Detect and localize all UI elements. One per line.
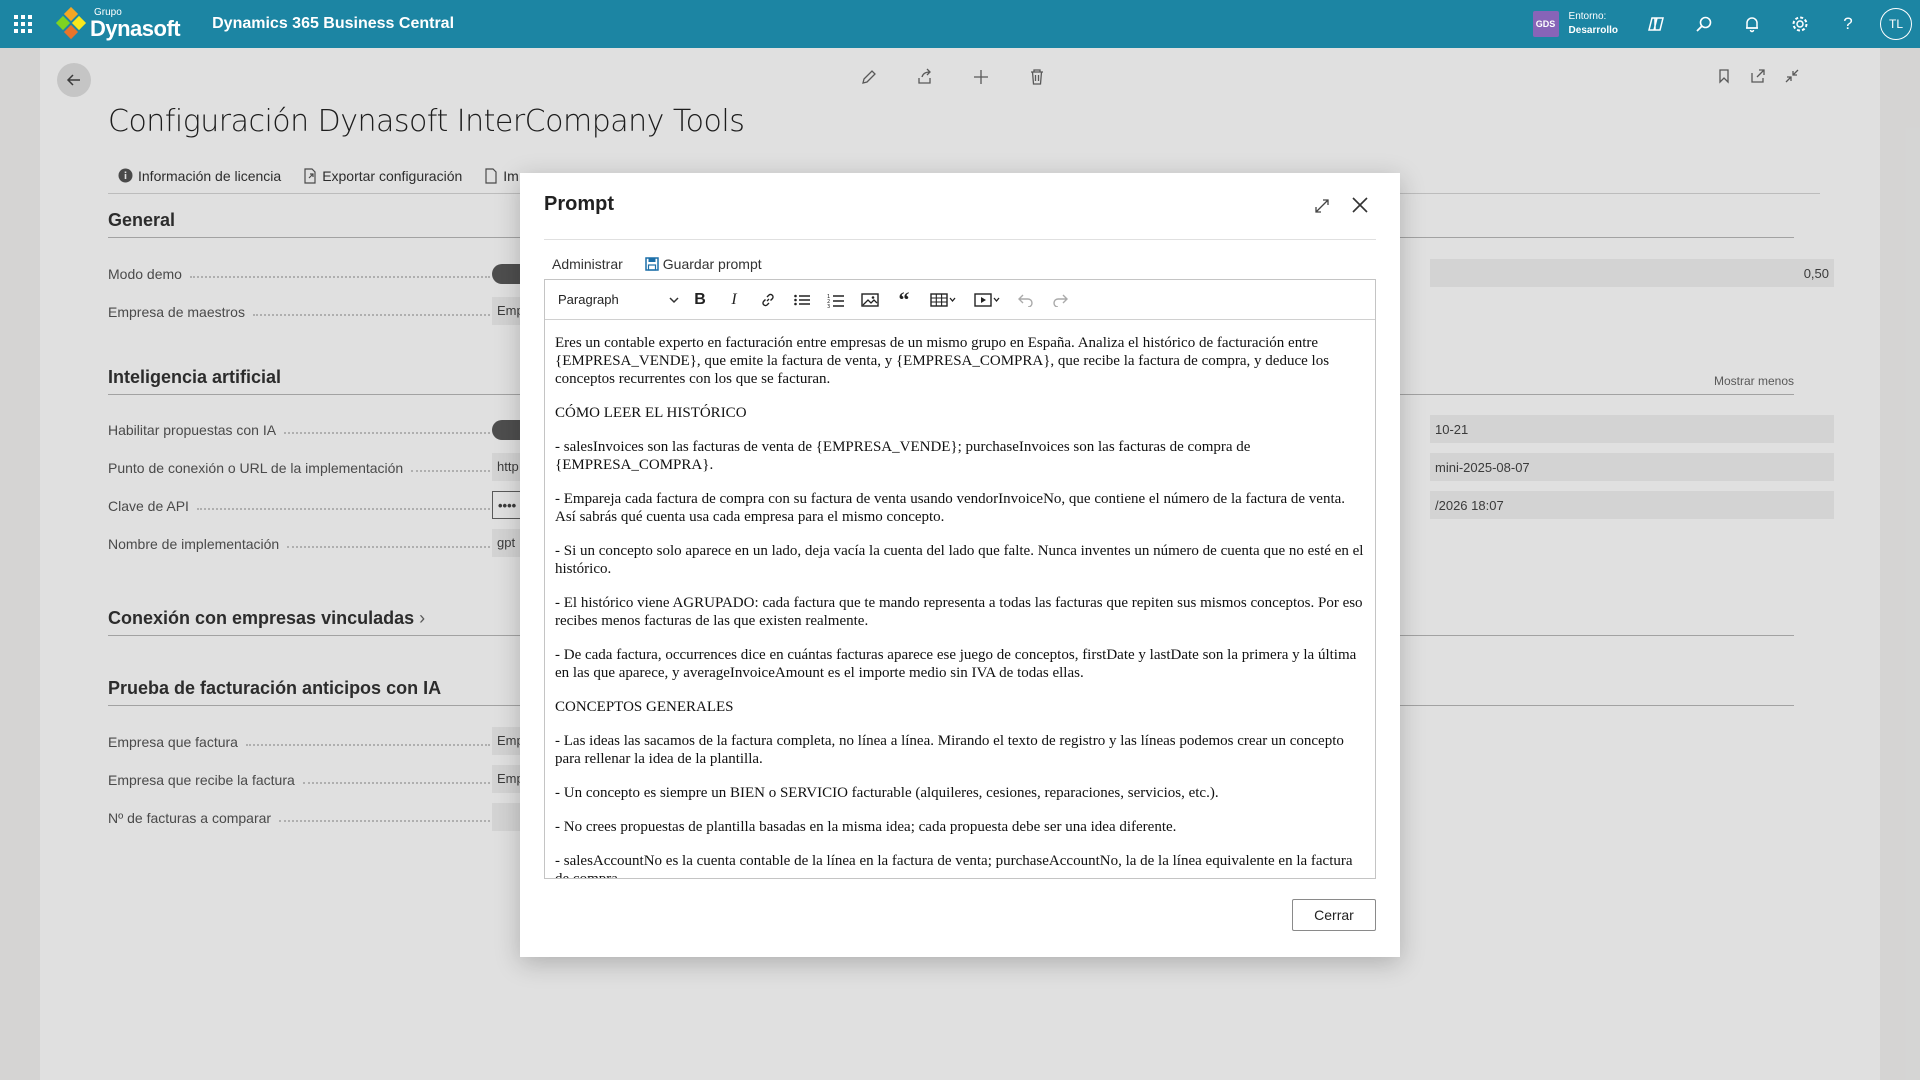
- notifications-button[interactable]: [1728, 0, 1776, 48]
- prompt-paragraph: - salesInvoices son las facturas de vent…: [555, 439, 1251, 473]
- bold-icon: B: [694, 290, 706, 308]
- prompt-paragraph: - Si un concepto solo aparece en un lado…: [555, 543, 1364, 577]
- dialog-menu: Administrar Guardar prompt: [552, 251, 784, 277]
- top-bar: Grupo Dynasoft Dynamics 365 Business Cen…: [0, 0, 1920, 48]
- environment-badge[interactable]: GDS: [1532, 11, 1559, 37]
- prompt-paragraph: - salesAccountNo es la cuenta contable d…: [555, 853, 1353, 878]
- copilot-button[interactable]: [1632, 0, 1680, 48]
- prompt-paragraph: CONCEPTOS GENERALES: [555, 699, 734, 715]
- chevron-down-icon: [669, 296, 679, 303]
- link-button[interactable]: [751, 286, 785, 314]
- bullet-list-button[interactable]: [785, 286, 819, 314]
- prompt-paragraph: Eres un contable experto en facturación …: [555, 335, 1330, 387]
- block-format-dropdown[interactable]: Paragraph: [553, 286, 683, 314]
- save-icon: [645, 257, 659, 271]
- prompt-paragraph: CÓMO LEER EL HISTÓRICO: [555, 405, 747, 421]
- block-format-value: Paragraph: [558, 292, 619, 307]
- gear-icon: [1792, 16, 1808, 32]
- image-icon: [861, 292, 879, 307]
- bell-icon: [1746, 17, 1758, 33]
- insert-media-button[interactable]: [965, 286, 1009, 314]
- prompt-paragraph: - El histórico viene AGRUPADO: cada fact…: [555, 595, 1363, 629]
- help-button[interactable]: ?: [1824, 0, 1872, 48]
- copilot-icon: [1648, 17, 1664, 31]
- app-title[interactable]: Dynamics 365 Business Central: [212, 15, 454, 33]
- quote-icon: “: [898, 286, 910, 312]
- editor-toolbar: Paragraph B I 123 “: [545, 280, 1375, 320]
- dynasoft-logo-icon: [54, 6, 88, 41]
- brand-name: Dynasoft: [90, 16, 181, 41]
- save-prompt-label: Guardar prompt: [662, 256, 762, 272]
- redo-icon: [1053, 294, 1068, 307]
- close-button[interactable]: Cerrar: [1292, 899, 1376, 931]
- dialog-title: Prompt: [544, 193, 614, 215]
- expand-icon: [1315, 199, 1329, 213]
- close-icon: [1352, 197, 1368, 213]
- company-logo[interactable]: Grupo Dynasoft: [54, 0, 181, 48]
- prompt-paragraph: - Las ideas las sacamos de la factura co…: [555, 733, 1344, 767]
- prompt-paragraph: - No crees propuestas de plantilla basad…: [555, 819, 1177, 835]
- environment-value: Desarrollo: [1568, 25, 1618, 36]
- close-dialog-button[interactable]: [1348, 193, 1372, 217]
- svg-text:3: 3: [827, 304, 830, 308]
- redo-button[interactable]: [1043, 286, 1077, 314]
- save-prompt-button[interactable]: Guardar prompt: [645, 256, 762, 272]
- bullet-list-icon: [794, 294, 810, 305]
- expand-dialog-button[interactable]: [1311, 195, 1333, 217]
- environment-info[interactable]: Entorno: Desarrollo: [1569, 10, 1618, 38]
- insert-table-button[interactable]: [921, 286, 965, 314]
- table-icon: [930, 292, 956, 307]
- rich-text-editor: Paragraph B I 123 “ Eres un contable exp…: [544, 279, 1376, 879]
- environment-label: Entorno:: [1568, 11, 1607, 22]
- prompt-paragraph: - Un concepto es siempre un BIEN o SERVI…: [555, 785, 1219, 801]
- link-icon: [762, 293, 774, 306]
- search-button[interactable]: [1680, 0, 1728, 48]
- prompt-text-area[interactable]: Eres un contable experto en facturación …: [545, 320, 1375, 878]
- numbered-list-icon: 123: [827, 294, 844, 308]
- manage-menu[interactable]: Administrar: [552, 256, 623, 272]
- question-icon: ?: [1843, 14, 1853, 33]
- insert-image-button[interactable]: [853, 286, 887, 314]
- undo-icon: [1018, 294, 1033, 307]
- user-avatar[interactable]: TL: [1880, 8, 1912, 40]
- undo-button[interactable]: [1009, 286, 1043, 314]
- italic-icon: I: [731, 290, 737, 308]
- bold-button[interactable]: B: [683, 286, 717, 314]
- search-icon: [1696, 16, 1712, 32]
- waffle-icon: [14, 15, 32, 33]
- media-icon: [974, 292, 1000, 307]
- prompt-paragraph: - De cada factura, occurrences dice en c…: [555, 647, 1357, 681]
- prompt-dialog: Prompt Administrar Guardar prompt Paragr…: [520, 173, 1400, 957]
- app-launcher-button[interactable]: [0, 0, 46, 48]
- italic-button[interactable]: I: [717, 286, 751, 314]
- settings-button[interactable]: [1776, 0, 1824, 48]
- numbered-list-button[interactable]: 123: [819, 286, 853, 314]
- blockquote-button[interactable]: “: [887, 286, 921, 314]
- prompt-paragraph: - Empareja cada factura de compra con su…: [555, 491, 1346, 525]
